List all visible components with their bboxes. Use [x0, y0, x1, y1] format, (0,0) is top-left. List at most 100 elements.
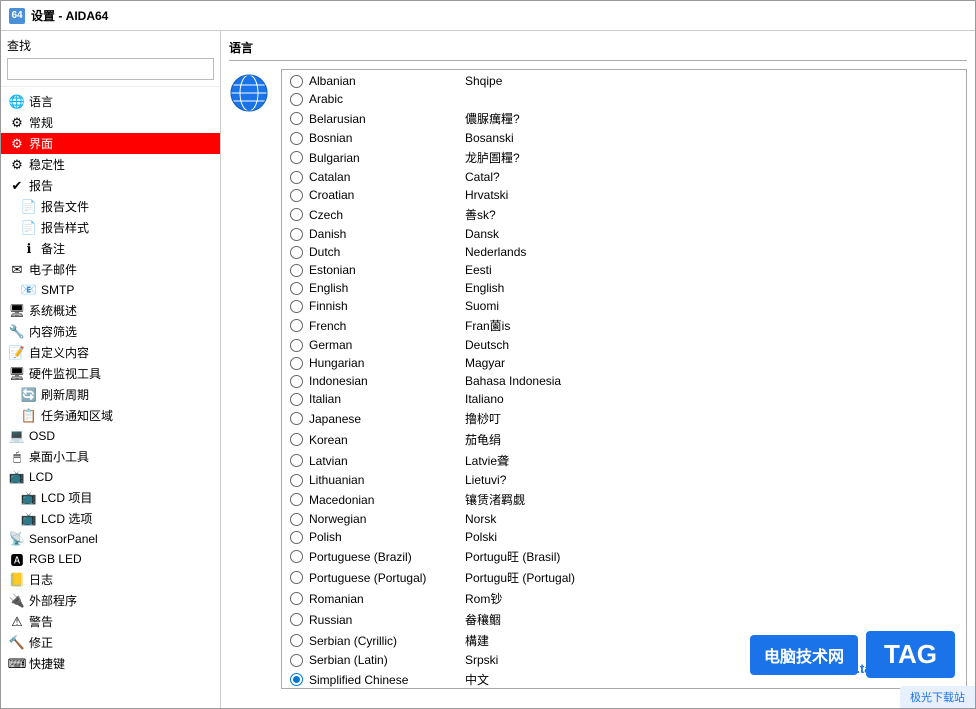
- tree-item-label-email: 电子邮件: [29, 261, 77, 278]
- lang-native-albanian: Shqipe: [465, 74, 502, 88]
- tree-item-contentfilter[interactable]: 🔧内容筛选: [1, 321, 220, 342]
- tree-item-refresh[interactable]: 🔄刷新周期: [1, 384, 220, 405]
- lang-radio-french: [290, 319, 303, 332]
- tree-item-log[interactable]: 📒日志: [1, 569, 220, 590]
- lang-row-serbian-latin[interactable]: Serbian (Latin)Srpski: [282, 651, 966, 669]
- gear-icon: ⚙: [9, 136, 25, 152]
- lang-radio-czech: [290, 208, 303, 221]
- lang-row-croatian[interactable]: CroatianHrvatski: [282, 186, 966, 204]
- tree-item-label-stability: 稳定性: [29, 156, 65, 173]
- tree-item-osd[interactable]: 💻OSD: [1, 426, 220, 446]
- lang-radio-latvian: [290, 454, 303, 467]
- lang-name-belarusian: Belarusian: [309, 112, 459, 126]
- lang-content: Albanian Shqipe Arabic Belarusian儂脲癘糧?Bosni…: [229, 69, 967, 700]
- lang-name-bulgarian: Bulgarian: [309, 151, 459, 165]
- tree-item-lcd-options[interactable]: 📺LCD 选项: [1, 508, 220, 529]
- lang-row-belarusian[interactable]: Belarusian儂脲癘糧?: [282, 108, 966, 129]
- tree-item-extapp[interactable]: 🔌外部程序: [1, 590, 220, 611]
- lang-row-lithuanian[interactable]: LithuanianLietuvi?: [282, 471, 966, 489]
- lang-name-albanian: Albanian: [309, 74, 459, 88]
- tree-item-lcd-items[interactable]: 📺LCD 项目: [1, 487, 220, 508]
- tree-item-label-report-file: 报告文件: [41, 198, 89, 215]
- lang-row-japanese[interactable]: Japanese撸桫叮: [282, 408, 966, 429]
- lang-row-polish[interactable]: PolishPolski: [282, 528, 966, 546]
- lang-row-catalan[interactable]: CatalanCatal?: [282, 168, 966, 186]
- tree-item-sensorpanel[interactable]: 📡SensorPanel: [1, 529, 220, 549]
- lang-radio-estonian: [290, 264, 303, 277]
- tree-item-sysoverview[interactable]: 🖥系统概述: [1, 300, 220, 321]
- lang-row-bulgarian[interactable]: Bulgarian龙胪圄糧?: [282, 147, 966, 168]
- lang-row-korean[interactable]: Korean茄龟绢: [282, 429, 966, 450]
- tree-item-language[interactable]: 🌐语言: [1, 91, 220, 112]
- lang-row-russian[interactable]: Russian畚穰鲴: [282, 609, 966, 630]
- lang-row-macedonian[interactable]: Macedonian镶赁渚羁觑: [282, 489, 966, 510]
- tree-item-report-file[interactable]: 📄报告文件: [1, 196, 220, 217]
- tree-item-lcd[interactable]: 📺LCD: [1, 467, 220, 487]
- lang-row-romanian[interactable]: RomanianRom钞: [282, 588, 966, 609]
- lang-row-bosnian[interactable]: BosnianBosanski: [282, 129, 966, 147]
- tree-item-customcontent[interactable]: 📝自定义内容: [1, 342, 220, 363]
- log-icon: 📒: [9, 572, 25, 588]
- lang-row-hungarian[interactable]: HungarianMagyar: [282, 354, 966, 372]
- lang-row-arabic[interactable]: Arabic: [282, 90, 966, 108]
- tree-item-label-customcontent: 自定义内容: [29, 344, 89, 361]
- tree-item-report-format[interactable]: 📄报告样式: [1, 217, 220, 238]
- lang-name-simplified-chinese: Simplified Chinese: [309, 673, 459, 687]
- lang-row-danish[interactable]: DanishDansk: [282, 225, 966, 243]
- lang-name-german: German: [309, 338, 459, 352]
- lang-row-albanian[interactable]: Albanian Shqipe: [282, 72, 966, 90]
- tree-item-stability[interactable]: ⚙稳定性: [1, 154, 220, 175]
- titlebar: 64 设置 - AIDA64: [1, 1, 975, 31]
- lang-name-finnish: Finnish: [309, 299, 459, 313]
- tree-item-interface[interactable]: ⚙界面: [1, 133, 220, 154]
- lang-radio-macedonian: [290, 493, 303, 506]
- tree-item-label-hwmonitor: 硬件监视工具: [29, 365, 101, 382]
- info-icon: ℹ: [21, 241, 37, 257]
- tree-item-shortcut[interactable]: ⌨快捷键: [1, 653, 220, 674]
- tree-item-tasknotify[interactable]: 📋任务通知区域: [1, 405, 220, 426]
- shortcut-icon: ⌨: [9, 656, 25, 672]
- tree-item-smtp[interactable]: 📧SMTP: [1, 280, 220, 300]
- lang-row-english[interactable]: EnglishEnglish: [282, 279, 966, 297]
- tree-item-alert[interactable]: ⚠警告: [1, 611, 220, 632]
- tree-item-label-tasknotify: 任务通知区域: [41, 407, 113, 424]
- tree-item-label-sysoverview: 系统概述: [29, 302, 77, 319]
- lang-row-latvian[interactable]: LatvianLatvie聋: [282, 450, 966, 471]
- lang-radio-english: [290, 282, 303, 295]
- search-input[interactable]: [7, 58, 214, 80]
- desktop-icon: 🖱: [9, 449, 25, 465]
- lang-native-lithuanian: Lietuvi?: [465, 473, 506, 487]
- tree-item-desktop[interactable]: 🖱桌面小工具: [1, 446, 220, 467]
- lang-row-portuguese-brazil[interactable]: Portuguese (Brazil)Portugu旺 (Brasil): [282, 546, 966, 567]
- check-icon: ✔: [9, 178, 25, 194]
- lang-row-portuguese-portugal[interactable]: Portuguese (Portugal)Portugu旺 (Portugal): [282, 567, 966, 588]
- lang-row-dutch[interactable]: DutchNederlands: [282, 243, 966, 261]
- left-panel: 查找 🌐语言⚙常规⚙界面⚙稳定性✔报告📄报告文件📄报告样式ℹ备注✉电子邮件📧SM…: [1, 31, 221, 708]
- tree-container: 🌐语言⚙常规⚙界面⚙稳定性✔报告📄报告文件📄报告样式ℹ备注✉电子邮件📧SMTP🖥…: [1, 87, 220, 708]
- lang-row-french[interactable]: FrenchFran薗is: [282, 315, 966, 336]
- tree-item-fix[interactable]: 🔨修正: [1, 632, 220, 653]
- lang-row-german[interactable]: GermanDeutsch: [282, 336, 966, 354]
- lang-row-czech[interactable]: Czech善sk?: [282, 204, 966, 225]
- tree-item-email[interactable]: ✉电子邮件: [1, 259, 220, 280]
- tree-item-report[interactable]: ✔报告: [1, 175, 220, 196]
- lang-row-italian[interactable]: ItalianItaliano: [282, 390, 966, 408]
- lang-name-estonian: Estonian: [309, 263, 459, 277]
- lang-row-estonian[interactable]: Estonian Eesti: [282, 261, 966, 279]
- lang-radio-croatian: [290, 189, 303, 202]
- lang-native-estonian: Eesti: [465, 263, 492, 277]
- lang-row-norwegian[interactable]: NorwegianNorsk: [282, 510, 966, 528]
- tree-item-backup[interactable]: ℹ备注: [1, 238, 220, 259]
- language-list-container[interactable]: Albanian Shqipe Arabic Belarusian儂脲癘糧?Bosni…: [281, 69, 967, 689]
- tree-item-rgbled[interactable]: 🅰RGB LED: [1, 549, 220, 569]
- tree-item-general[interactable]: ⚙常规: [1, 112, 220, 133]
- lang-radio-korean: [290, 433, 303, 446]
- lang-name-arabic: Arabic: [309, 92, 459, 106]
- lang-name-hungarian: Hungarian: [309, 356, 459, 370]
- lang-row-simplified-chinese[interactable]: Simplified Chinese中文: [282, 669, 966, 689]
- refresh-icon: 🔄: [21, 387, 37, 403]
- lang-row-indonesian[interactable]: IndonesianBahasa Indonesia: [282, 372, 966, 390]
- tree-item-hwmonitor[interactable]: 🖥硬件监视工具: [1, 363, 220, 384]
- lang-row-finnish[interactable]: FinnishSuomi: [282, 297, 966, 315]
- lang-row-serbian-cyrillic[interactable]: Serbian (Cyrillic)構建: [282, 630, 966, 651]
